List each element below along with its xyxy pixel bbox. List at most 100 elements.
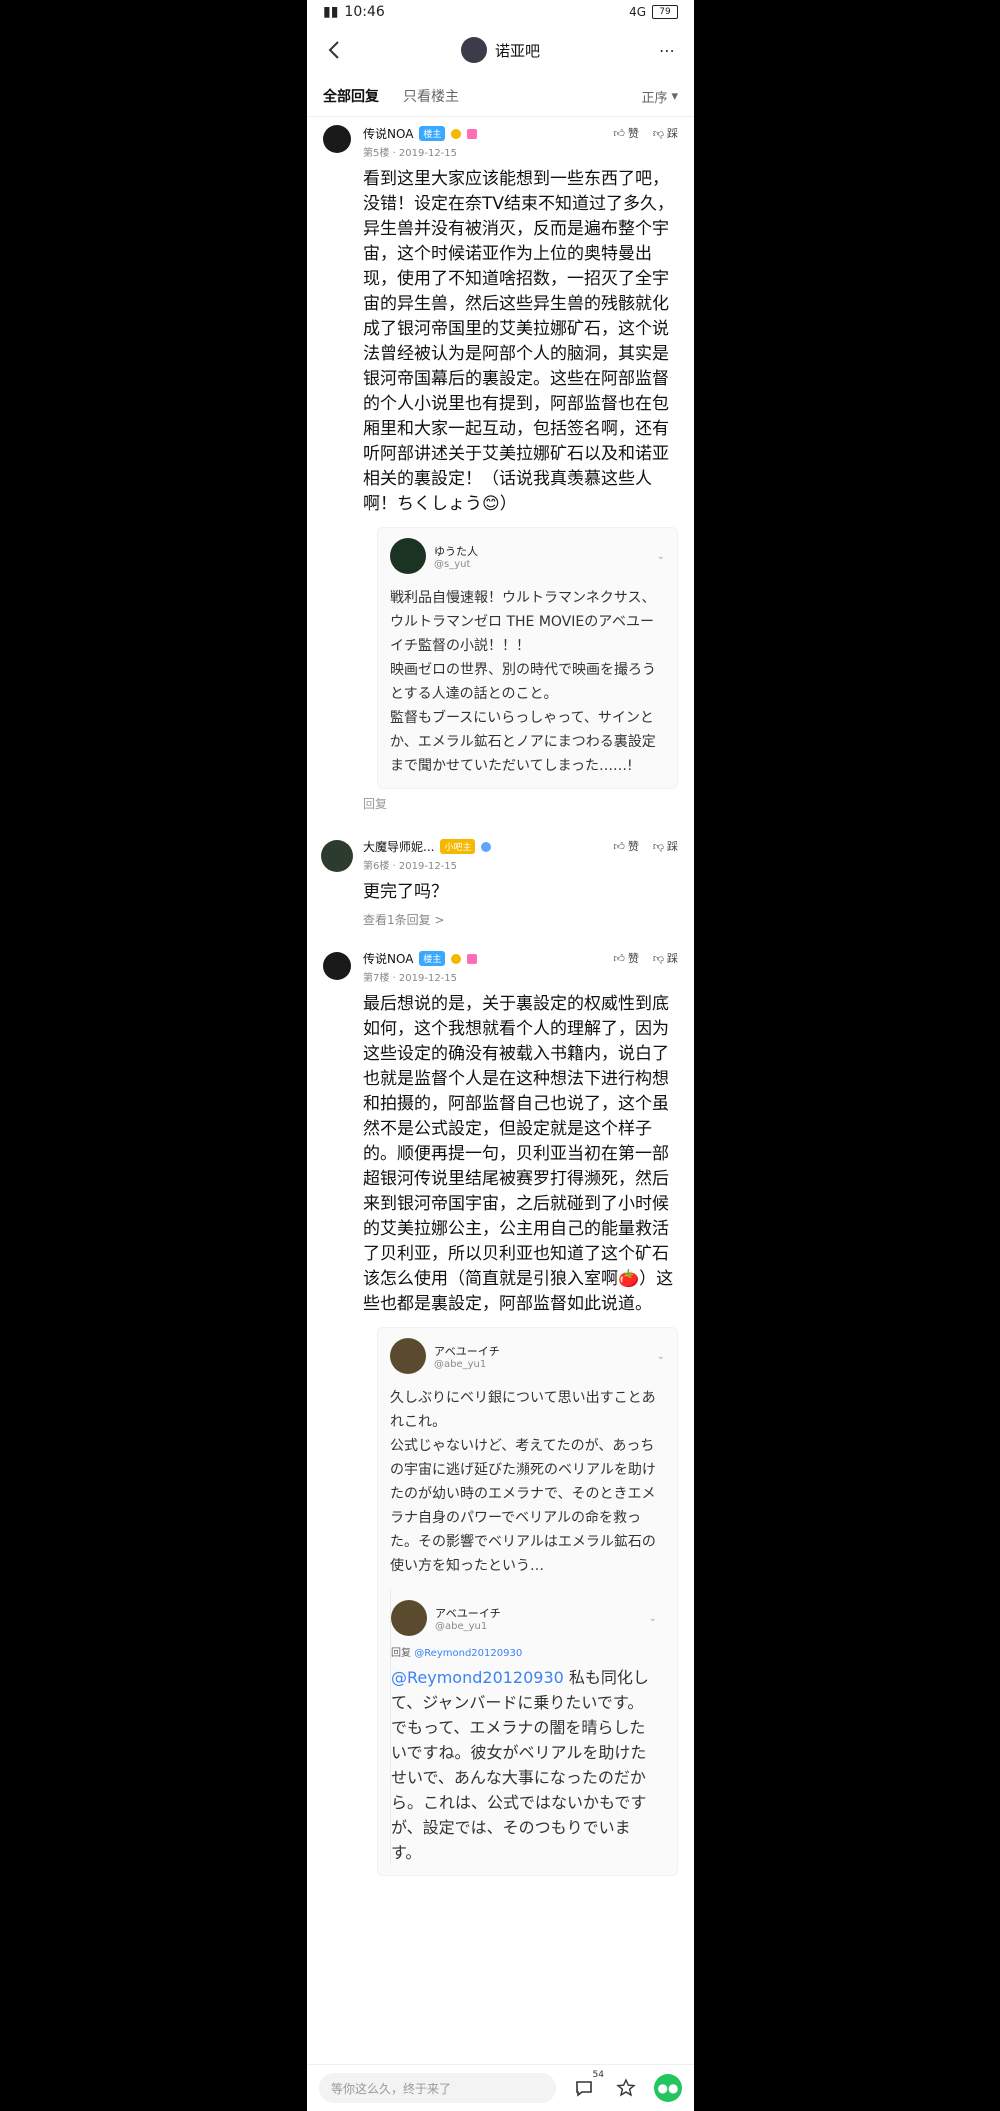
dislike-button[interactable]: 👎︎ 踩	[653, 838, 678, 854]
dislike-label: 踩	[667, 127, 678, 140]
divider	[307, 928, 694, 946]
more-button[interactable]: ⋯	[654, 37, 680, 63]
post-actions: 👍︎ 赞 👎︎ 踩	[613, 125, 678, 141]
author-name[interactable]: 大魔导师妮...	[363, 838, 434, 855]
forum-title: 诺亚吧	[494, 41, 540, 60]
reply-to-prefix: 回复	[391, 1648, 415, 1659]
phone-screen: ▮▮ 10:46 4G 79 诺亚吧 ⋯ 全部回复 只看楼主 正序 ▾ 传说NO…	[307, 0, 694, 2111]
reply-button[interactable]: 回复	[363, 795, 678, 812]
post-meta: 第7楼 · 2019-12-15	[363, 973, 458, 984]
author-name[interactable]: 传说NOA	[363, 950, 413, 967]
level-icon	[451, 128, 462, 139]
chevron-left-icon	[328, 41, 339, 59]
thumbs-up-icon: 👍︎	[613, 126, 625, 140]
comment-icon	[576, 2081, 592, 2097]
like-label: 赞	[627, 840, 639, 853]
forum-title-group[interactable]: 诺亚吧	[460, 37, 540, 63]
comment-input[interactable]: 等你这么久，终于来了	[319, 2073, 556, 2103]
like-button[interactable]: 👍︎ 赞	[613, 838, 639, 854]
post-floor-7: 传说NOA 楼主 第7楼 · 2019-12-15 👍︎ 赞 👎︎ 踩 最后想说的是…	[307, 946, 694, 1876]
avatar[interactable]	[323, 125, 351, 153]
share-wechat-button[interactable]: ●●	[654, 2074, 682, 2102]
verified-icon	[481, 841, 492, 852]
author-row: 大魔导师妮... 小吧主	[363, 838, 492, 855]
status-time: 10:46	[344, 4, 385, 20]
dislike-button[interactable]: 👎︎ 踩	[653, 950, 678, 966]
chevron-down-icon[interactable]: ⌄	[657, 551, 665, 562]
author-row: 传说NOA 楼主	[363, 125, 478, 142]
quote-name: ゆうた人	[434, 544, 478, 558]
view-replies-link[interactable]: 查看1条回复 >	[363, 911, 678, 928]
back-button[interactable]	[321, 37, 347, 63]
author-row: 传说NOA 楼主	[363, 950, 478, 967]
nested-avatar	[391, 1600, 427, 1636]
quote-header: アベユーイチ @abe_yu1 ⌄	[390, 1338, 665, 1374]
quote-author: アベユーイチ @abe_yu1	[390, 1338, 500, 1374]
sort-dropdown[interactable]: 正序 ▾	[641, 87, 678, 106]
nested-handle: @abe_yu1	[435, 1620, 488, 1632]
nested-author: アベユーイチ @abe_yu1	[391, 1600, 501, 1636]
tab-bar: 全部回复 只看楼主 正序 ▾	[307, 76, 694, 117]
like-button[interactable]: 👍︎ 赞	[613, 125, 639, 141]
avatar[interactable]	[321, 840, 353, 872]
level-icon	[451, 953, 462, 964]
reply-to-line: 回复 @Reymond20120930	[391, 1644, 657, 1659]
network-label: 4G	[629, 5, 646, 19]
member-icon	[467, 128, 478, 139]
chevron-down-icon[interactable]: ⌄	[649, 1613, 657, 1624]
post-header: 大魔导师妮... 小吧主 第6楼 · 2019-12-15 👍︎ 赞 👎︎ 踩	[363, 834, 678, 872]
post-actions: 👍︎ 赞 👎︎ 踩	[613, 950, 678, 966]
status-left: ▮▮ 10:46	[323, 4, 385, 20]
like-label: 赞	[627, 952, 639, 965]
op-badge: 楼主	[419, 951, 446, 966]
comments-button[interactable]: 54	[570, 2070, 604, 2102]
comment-count: 54	[592, 2070, 604, 2080]
bottom-bar: 等你这么久，终于来了 54 ●●	[307, 2064, 694, 2111]
tweet-quote[interactable]: ゆうた人 @s_yut ⌄ 戦利品自慢速報！ウルトラマンネクサス、ウルトラマンゼ…	[377, 527, 678, 789]
status-bar: ▮▮ 10:46 4G 79	[307, 0, 694, 24]
thumbs-down-icon: 👎︎	[652, 951, 664, 965]
nested-header: アベユーイチ @abe_yu1 ⌄	[391, 1600, 657, 1636]
favorite-button[interactable]	[612, 2074, 640, 2102]
author-name[interactable]: 传说NOA	[363, 125, 413, 142]
avatar[interactable]	[323, 952, 351, 980]
star-icon	[616, 2078, 636, 2097]
reply-to-mention[interactable]: @Reymond20120930	[414, 1648, 522, 1659]
member-icon	[467, 953, 478, 964]
nested-text: @Reymond20120930 私も同化して、ジャンバードに乗りたいです。でも…	[391, 1665, 657, 1865]
quote-avatar	[390, 1338, 426, 1374]
op-badge: 楼主	[419, 126, 446, 141]
mention-link[interactable]: @Reymond20120930	[391, 1668, 564, 1687]
quote-handle: @s_yut	[434, 558, 471, 570]
post-actions: 👍︎ 赞 👎︎ 踩	[613, 838, 678, 854]
quote-handle: @abe_yu1	[434, 1358, 487, 1370]
quote-text: 久しぶりにベリ銀について思い出すことあれこれ。 公式じゃないけど、考えてたのが、…	[390, 1390, 656, 1574]
thumbs-down-icon: 👎︎	[652, 839, 664, 853]
post-floor-6: 大魔导师妮... 小吧主 第6楼 · 2019-12-15 👍︎ 赞 👎︎ 踩 更完…	[307, 834, 694, 928]
status-right: 4G 79	[629, 5, 678, 19]
like-label: 赞	[627, 127, 639, 140]
thumbs-up-icon: 👍︎	[613, 839, 625, 853]
dislike-button[interactable]: 👎︎ 踩	[653, 125, 678, 141]
nested-tweet[interactable]: アベユーイチ @abe_yu1 ⌄ 回复 @Reymond20120930 @R…	[390, 1590, 665, 1865]
tab-group: 全部回复 只看楼主	[323, 86, 459, 106]
post-header: 传说NOA 楼主 第5楼 · 2019-12-15 👍︎ 赞 👎︎ 踩	[363, 121, 678, 159]
nested-name: アベユーイチ	[435, 1606, 501, 1620]
caret-down-icon: ▾	[671, 88, 678, 104]
divider	[307, 812, 694, 834]
post-text: 最后想说的是，关于裏設定的权威性到底如何，这个我想就看个人的理解了，因为这些设定…	[363, 994, 674, 1314]
post-text: 看到这里大家应该能想到一些东西了吧，没错！设定在奈TV结束不知道过了多久，异生兽…	[363, 169, 675, 514]
top-bar: 诺亚吧 ⋯	[307, 24, 694, 76]
sort-label: 正序	[641, 90, 668, 106]
chevron-down-icon[interactable]: ⌄	[657, 1351, 665, 1362]
tab-only-op[interactable]: 只看楼主	[403, 86, 459, 106]
post-header: 传说NOA 楼主 第7楼 · 2019-12-15 👍︎ 赞 👎︎ 踩	[363, 946, 678, 984]
tab-all-replies[interactable]: 全部回复	[323, 86, 379, 106]
post-text: 更完了吗？	[363, 882, 448, 902]
signal-icon: ▮▮	[323, 4, 339, 20]
tweet-quote[interactable]: アベユーイチ @abe_yu1 ⌄ 久しぶりにベリ銀について思い出すことあれこれ…	[377, 1327, 678, 1876]
thumbs-up-icon: 👍︎	[613, 951, 625, 965]
quote-name: アベユーイチ	[434, 1344, 500, 1358]
comment-placeholder: 等你这么久，终于来了	[331, 2081, 452, 2096]
like-button[interactable]: 👍︎ 赞	[613, 950, 639, 966]
